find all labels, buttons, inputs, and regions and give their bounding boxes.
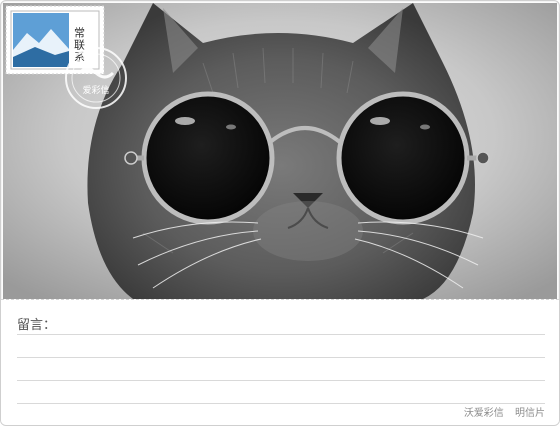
message-line <box>17 334 545 335</box>
footer: 沃爱彩信 明信片 <box>456 404 545 419</box>
footer-type: 明信片 <box>515 408 545 419</box>
message-area[interactable]: 留言： 沃爱彩信 明信片 <box>1 299 559 425</box>
message-line <box>17 357 545 358</box>
postmark-text: 爱彩信 <box>82 84 109 96</box>
postcard: 常联系 爱彩信 留言： 沃爱彩信 明信片 <box>0 0 560 426</box>
message-line <box>17 380 545 381</box>
footer-brand: 沃爱彩信 <box>463 408 504 419</box>
postmark: 爱彩信 <box>61 43 131 113</box>
message-label: 留言： <box>17 318 57 333</box>
